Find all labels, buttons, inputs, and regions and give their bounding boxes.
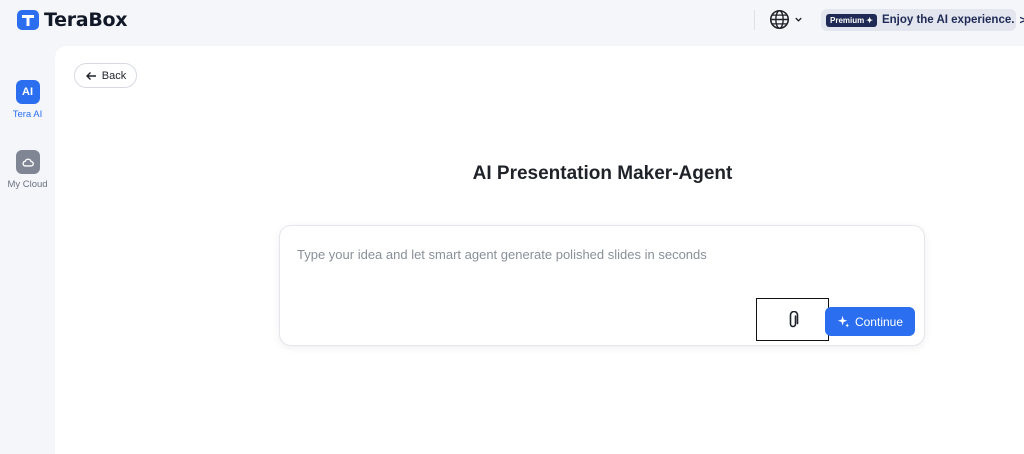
back-label: Back	[101, 69, 127, 82]
language-selector[interactable]	[769, 9, 803, 30]
back-button[interactable]: Back	[74, 63, 137, 88]
sidebar-item-label: Tera AI	[12, 109, 43, 120]
top-bar: TeraBox Premium ✦ Enjoy the AI experienc…	[0, 0, 1024, 44]
logo-text: TeraBox	[44, 9, 128, 31]
premium-upgrade-banner[interactable]: Premium ✦ Enjoy the AI experience. >	[821, 9, 1024, 31]
ai-icon: AI	[15, 80, 40, 104]
terabox-logo[interactable]: TeraBox	[16, 8, 128, 32]
page-title: AI Presentation Maker-Agent	[472, 163, 733, 184]
cloud-icon	[15, 150, 40, 174]
sidebar-item-label: My Cloud	[7, 179, 48, 190]
globe-icon	[769, 9, 790, 30]
chevron-right-icon: >	[1019, 13, 1024, 27]
premium-badge: Premium ✦	[826, 13, 877, 27]
continue-button[interactable]: Continue	[825, 307, 915, 336]
prompt-input[interactable]	[297, 242, 907, 266]
sparkle-icon: ✦	[866, 15, 873, 25]
arrow-left-icon	[85, 71, 96, 80]
sidebar-item-tera-ai[interactable]: AI Tera AI	[0, 80, 55, 120]
attach-file-button[interactable]	[756, 298, 829, 341]
chevron-down-icon	[795, 17, 802, 22]
sidebar-item-my-cloud[interactable]: My Cloud	[0, 150, 55, 190]
continue-label: Continue	[854, 314, 904, 329]
prompt-box: Continue	[279, 225, 925, 346]
sidebar: AI Tera AI My Cloud	[0, 44, 55, 454]
premium-badge-label: Premium	[830, 15, 865, 25]
sparkle-icon	[837, 315, 850, 328]
header-divider	[754, 10, 755, 30]
terabox-logo-icon	[17, 10, 39, 30]
main-panel: Back AI Presentation Maker-Agent Continu…	[55, 46, 1024, 454]
premium-text: Enjoy the AI experience.	[881, 14, 1015, 26]
paperclip-icon	[789, 310, 798, 327]
